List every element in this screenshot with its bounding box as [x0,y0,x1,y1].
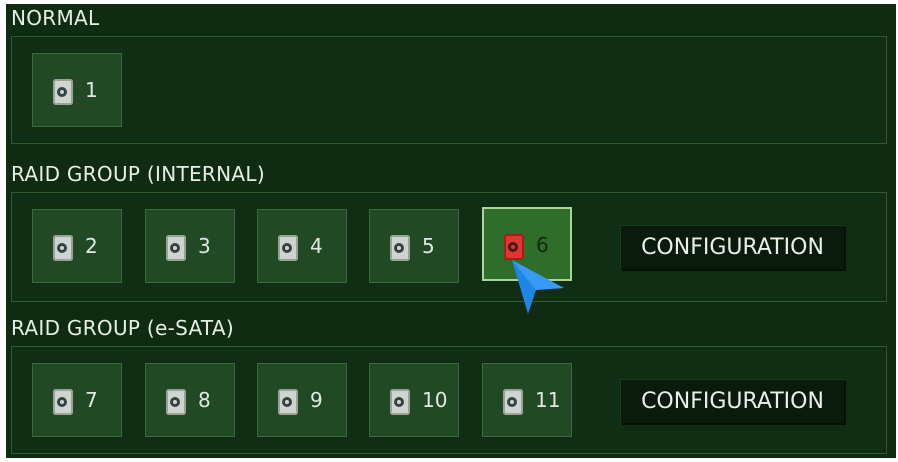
disk-label: 4 [310,234,323,258]
disk-icon [166,389,186,415]
disk-button-8[interactable]: 8 [145,363,235,437]
disk-icon [390,389,410,415]
disk-label: 10 [422,388,448,412]
cursor-pointer-icon [512,260,564,314]
disk-label: 6 [536,233,549,257]
disk-label: 9 [310,388,323,412]
disk-icon [278,235,298,261]
disk-button-9[interactable]: 9 [257,363,347,437]
disk-button-10[interactable]: 10 [369,363,459,437]
section-title-internal: RAID GROUP (INTERNAL) [11,162,265,186]
storage-screen: NORMAL 1 RAID GROUP (INTERNAL) 2 3 4 5 6… [6,4,896,458]
disk-label: 5 [422,234,435,258]
section-title-esata: RAID GROUP (e-SATA) [11,316,234,340]
normal-panel: 1 [11,36,887,144]
disk-label: 11 [535,388,561,412]
disk-button-3[interactable]: 3 [145,209,235,283]
disk-icon [53,389,73,415]
disk-icon [390,235,410,261]
disk-icon [503,389,523,415]
section-title-normal: NORMAL [11,6,100,30]
disk-button-1[interactable]: 1 [32,53,122,127]
disk-button-7[interactable]: 7 [32,363,122,437]
internal-configuration-button[interactable]: CONFIGURATION [620,225,844,269]
disk-button-4[interactable]: 4 [257,209,347,283]
disk-label: 7 [85,388,98,412]
disk-button-11[interactable]: 11 [482,363,572,437]
internal-raid-panel: 2 3 4 5 6 CONFIGURATION [11,192,887,302]
disk-label: 2 [85,234,98,258]
disk-icon [166,235,186,261]
esata-raid-panel: 7 8 9 10 11 CONFIGURATION [11,346,887,454]
disk-label: 8 [198,388,211,412]
disk-label: 3 [198,234,211,258]
disk-button-5[interactable]: 5 [369,209,459,283]
disk-button-2[interactable]: 2 [32,209,122,283]
disk-icon [278,389,298,415]
disk-icon [53,79,73,105]
disk-label: 1 [85,78,98,102]
esata-configuration-button[interactable]: CONFIGURATION [620,379,844,423]
disk-icon [53,235,73,261]
